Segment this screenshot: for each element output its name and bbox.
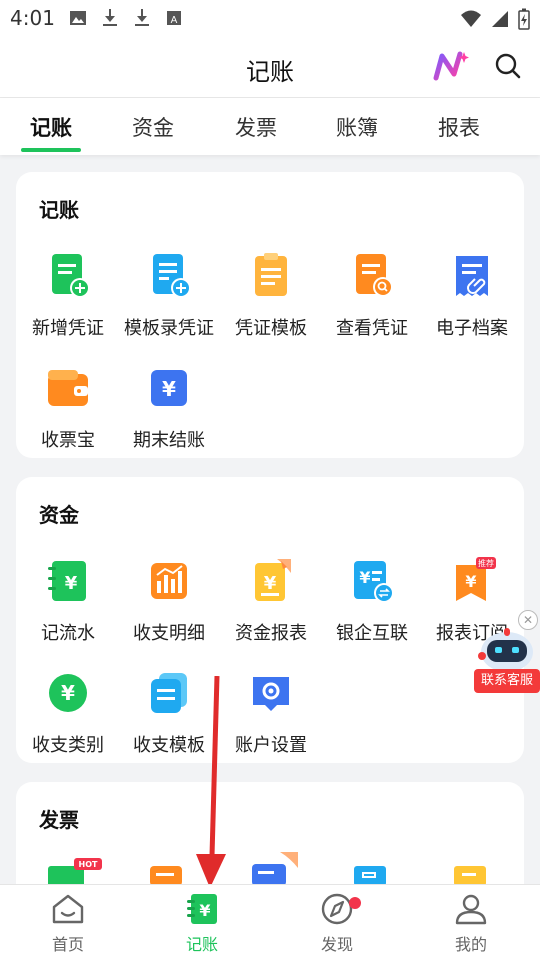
status-system-icons <box>460 8 530 30</box>
view-voucher-icon <box>356 254 393 297</box>
item-label: 收支类别 <box>32 735 104 756</box>
income-template-icon <box>151 673 187 713</box>
red-arrow-annotation <box>196 676 226 888</box>
battery-icon <box>518 8 530 30</box>
ledger-icon: ¥ <box>187 894 217 924</box>
app-header: 记账 <box>0 36 540 98</box>
download-icon <box>135 9 149 26</box>
profile-icon <box>455 894 487 925</box>
section-title: 资金 <box>39 503 79 527</box>
view-voucher-button[interactable]: 查看凭证 <box>322 252 422 340</box>
svg-text:¥: ¥ <box>162 377 176 401</box>
customer-service-float[interactable]: ✕ 联系客服 <box>470 610 540 694</box>
item-label: 电子档案 <box>436 318 508 339</box>
bookkeeping-card: 记账 新增凭证 模板录凭证 凭证模板 查看凭证 电子档案 收票宝 ¥ 期末结账 <box>16 172 524 458</box>
robot-icon <box>478 628 533 672</box>
search-icon[interactable] <box>494 52 522 80</box>
invoice-icon[interactable] <box>352 866 388 886</box>
wallet-button[interactable]: 收票宝 <box>18 364 118 452</box>
item-label: 资金报表 <box>235 623 307 644</box>
ai-assistant-icon[interactable] <box>432 50 470 82</box>
nav-profile[interactable]: 我的 <box>421 893 521 955</box>
svg-text:¥: ¥ <box>65 573 78 594</box>
nav-label: 首页 <box>51 935 84 954</box>
report-subscribe-icon: ¥ 推荐 <box>456 557 496 601</box>
period-close-button[interactable]: ¥ 期末结账 <box>119 364 219 452</box>
image-icon <box>70 11 86 25</box>
e-archive-button[interactable]: 电子档案 <box>422 252 522 340</box>
hot-badge: HOT <box>79 860 98 869</box>
active-tab-indicator <box>21 148 81 152</box>
income-detail-icon <box>151 563 187 599</box>
section-title: 发票 <box>39 808 79 832</box>
svg-text:¥: ¥ <box>199 901 210 920</box>
font-icon: A <box>167 11 181 26</box>
contact-service-label[interactable]: 联系客服 <box>474 669 540 693</box>
item-label: 收票宝 <box>41 430 95 451</box>
voucher-template-button[interactable]: 凭证模板 <box>221 252 321 340</box>
cash-flow-icon: ¥ <box>48 561 86 601</box>
new-voucher-icon <box>52 254 90 298</box>
bank-link-icon: ¥ <box>354 561 394 603</box>
invoice-icon[interactable] <box>452 866 488 886</box>
cash-flow-button[interactable]: ¥ 记流水 <box>18 557 118 645</box>
signal-icon <box>492 11 508 27</box>
item-label: 期末结账 <box>133 430 205 451</box>
invoice-icon[interactable] <box>148 866 184 886</box>
item-label: 记流水 <box>41 623 95 644</box>
item-label: 查看凭证 <box>336 318 408 339</box>
tab-reports[interactable]: 报表 <box>414 112 504 142</box>
new-voucher-button[interactable]: 新增凭证 <box>18 252 118 340</box>
status-time: 4:01 <box>10 6 55 30</box>
item-label: 收支明细 <box>133 623 205 644</box>
item-label: 新增凭证 <box>32 318 104 339</box>
item-label: 凭证模板 <box>235 318 307 339</box>
download-icon <box>103 9 117 26</box>
account-settings-button[interactable]: 账户设置 <box>221 669 321 757</box>
tab-bookkeeping[interactable]: 记账 <box>6 112 96 142</box>
svg-text:¥: ¥ <box>264 573 277 594</box>
tab-invoices[interactable]: 发票 <box>211 112 301 142</box>
voucher-template-icon <box>255 253 287 296</box>
e-archive-icon <box>456 256 488 296</box>
category-icon: ¥ <box>49 674 87 712</box>
tab-ledgers[interactable]: 账簿 <box>312 112 402 142</box>
invoice-icon[interactable] <box>248 852 304 886</box>
period-close-icon: ¥ <box>151 370 187 406</box>
status-bar: 4:01 A <box>0 0 540 36</box>
svg-text:¥: ¥ <box>61 681 75 705</box>
account-settings-icon <box>253 677 289 711</box>
compass-icon <box>321 893 353 925</box>
nav-home[interactable]: 首页 <box>18 893 118 955</box>
nav-label: 我的 <box>454 935 487 954</box>
nav-discover[interactable]: 发现 <box>287 893 387 955</box>
fund-report-button[interactable]: ¥ 资金报表 <box>221 557 321 645</box>
svg-text:¥: ¥ <box>359 568 370 587</box>
item-label: 模板录凭证 <box>124 318 214 339</box>
notification-dot <box>349 897 361 909</box>
item-label: 账户设置 <box>235 735 307 756</box>
recommend-badge: 推荐 <box>478 558 494 568</box>
home-icon <box>52 894 84 924</box>
bank-link-button[interactable]: ¥ 银企互联 <box>322 557 422 645</box>
tab-funds[interactable]: 资金 <box>108 112 198 142</box>
funds-card: 资金 ¥ 记流水 收支明细 ¥ 资金报表 ¥ 银企互联 ¥ 推荐 报表订阅 ¥ … <box>16 477 524 763</box>
template-voucher-icon <box>153 254 191 298</box>
income-detail-button[interactable]: 收支明细 <box>119 557 219 645</box>
svg-text:A: A <box>171 15 178 26</box>
category-button[interactable]: ¥ 收支类别 <box>18 669 118 757</box>
nav-label: 记账 <box>185 935 218 954</box>
svg-text:¥: ¥ <box>465 572 476 591</box>
item-label: 银企互联 <box>336 623 408 644</box>
wifi-icon <box>461 10 481 27</box>
category-tabs: 记账 资金 发票 账簿 报表 <box>0 98 540 155</box>
bottom-nav: 首页 ¥ 记账 发现 我的 <box>0 884 540 960</box>
status-notification-icons: A <box>68 8 184 28</box>
nav-label: 发现 <box>320 935 353 954</box>
section-title: 记账 <box>39 198 79 222</box>
fund-report-icon: ¥ <box>255 559 291 601</box>
wallet-icon <box>48 370 88 406</box>
nav-ledger[interactable]: ¥ 记账 <box>152 893 252 955</box>
template-voucher-button[interactable]: 模板录凭证 <box>119 252 219 340</box>
